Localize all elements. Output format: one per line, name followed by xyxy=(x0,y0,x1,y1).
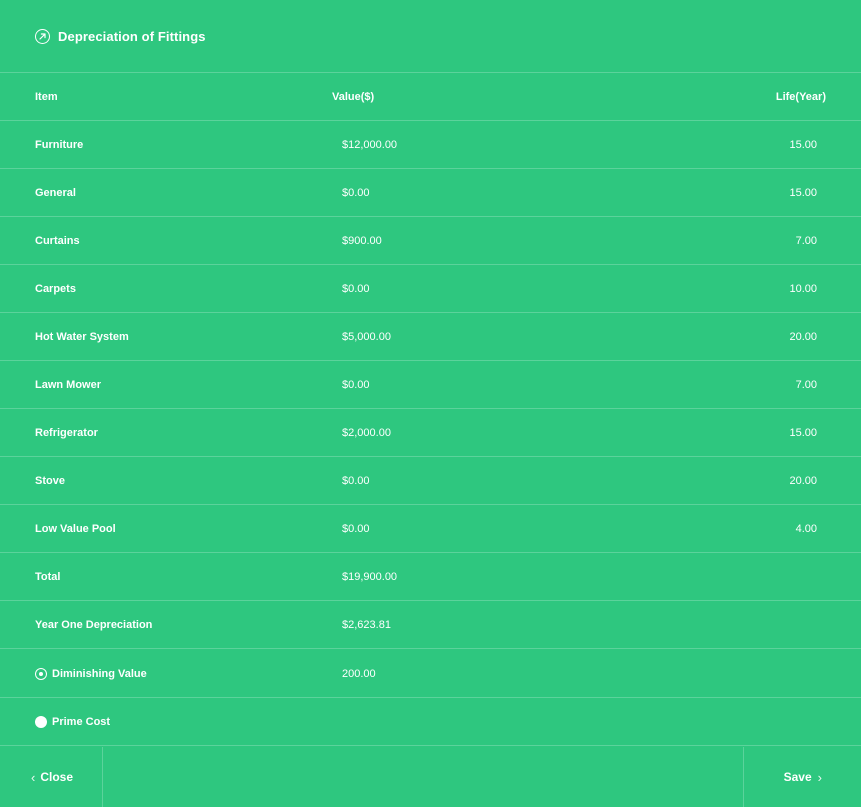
item-value: $0.00 xyxy=(342,474,370,487)
radio-dot xyxy=(39,671,43,676)
chevron-left-icon: ‹ xyxy=(31,769,36,785)
item-life: 15.00 xyxy=(789,138,817,151)
table-row: Stove $0.00 20.00 xyxy=(0,457,861,505)
table-row: Carpets $0.00 10.00 xyxy=(0,265,861,313)
item-name: Low Value Pool xyxy=(35,522,116,535)
item-value: $12,000.00 xyxy=(342,138,398,151)
depreciation-panel: Depreciation of Fittings Item Value($) L… xyxy=(0,0,861,807)
table-header-row: Item Value($) Life(Year) xyxy=(0,73,861,121)
column-header-item: Item xyxy=(35,90,58,103)
arrow-up-right-glyph xyxy=(39,32,46,40)
arrow-up-right-circle-icon xyxy=(35,28,50,44)
item-name: Curtains xyxy=(35,234,80,247)
save-label: Save xyxy=(783,770,812,784)
item-value: $0.00 xyxy=(342,378,370,391)
item-value: $0.00 xyxy=(342,522,370,535)
diminishing-value-rate: 200.00 xyxy=(342,667,376,680)
table-row: Furniture $12,000.00 15.00 xyxy=(0,121,861,169)
chevron-right-icon: › xyxy=(817,769,822,785)
table-row: Curtains $900.00 7.00 xyxy=(0,217,861,265)
diminishing-value-row[interactable]: Diminishing Value 200.00 xyxy=(0,650,861,698)
save-button[interactable]: Save › xyxy=(743,747,861,807)
item-value: $0.00 xyxy=(342,282,370,295)
item-life: 15.00 xyxy=(789,426,817,439)
item-life: 15.00 xyxy=(789,186,817,199)
prime-cost-label: Prime Cost xyxy=(52,715,111,728)
table-row: General $0.00 15.00 xyxy=(0,169,861,217)
total-label: Total xyxy=(35,570,61,583)
radio-checked-icon[interactable] xyxy=(35,667,47,680)
item-name: Refrigerator xyxy=(35,426,98,439)
total-row: Total $19,900.00 xyxy=(0,553,861,601)
year-one-depreciation-value: $2,623.81 xyxy=(342,618,391,631)
item-value: $0.00 xyxy=(342,186,370,199)
item-name: General xyxy=(35,186,76,199)
prime-cost-row[interactable]: Prime Cost xyxy=(0,698,861,746)
item-life: 7.00 xyxy=(795,378,817,391)
table-row: Lawn Mower $0.00 7.00 xyxy=(0,361,861,409)
column-header-life: Life(Year) xyxy=(775,90,826,103)
item-name: Lawn Mower xyxy=(35,378,102,391)
item-value: $900.00 xyxy=(342,234,382,247)
table-row: Low Value Pool $0.00 4.00 xyxy=(0,505,861,553)
item-value: $2,000.00 xyxy=(342,426,391,439)
item-name: Furniture xyxy=(35,138,84,151)
total-value: $19,900.00 xyxy=(342,570,398,583)
close-label: Close xyxy=(40,770,74,784)
table-row: Refrigerator $2,000.00 15.00 xyxy=(0,409,861,457)
year-one-depreciation-row: Year One Depreciation $2,623.81 xyxy=(0,601,861,649)
item-name: Stove xyxy=(35,474,65,487)
item-value: $5,000.00 xyxy=(342,330,391,343)
item-life: 20.00 xyxy=(789,330,817,343)
item-life: 7.00 xyxy=(795,234,817,247)
item-name: Hot Water System xyxy=(35,330,129,343)
radio-unchecked-icon[interactable] xyxy=(35,715,47,728)
diminishing-value-option[interactable]: Diminishing Value xyxy=(35,650,147,697)
item-life: 10.00 xyxy=(789,282,817,295)
panel-header: Depreciation of Fittings xyxy=(0,0,861,73)
panel-footer: ‹ Close Save › xyxy=(0,747,861,807)
column-header-value: Value($) xyxy=(332,90,375,103)
item-life: 20.00 xyxy=(789,474,817,487)
item-life: 4.00 xyxy=(795,522,817,535)
year-one-depreciation-label: Year One Depreciation xyxy=(35,618,153,631)
diminishing-value-label: Diminishing Value xyxy=(52,667,147,680)
prime-cost-option[interactable]: Prime Cost xyxy=(35,698,110,745)
close-button[interactable]: ‹ Close xyxy=(0,747,103,807)
item-name: Carpets xyxy=(35,282,76,295)
table-row: Hot Water System $5,000.00 20.00 xyxy=(0,313,861,361)
panel-title: Depreciation of Fittings xyxy=(58,28,206,44)
